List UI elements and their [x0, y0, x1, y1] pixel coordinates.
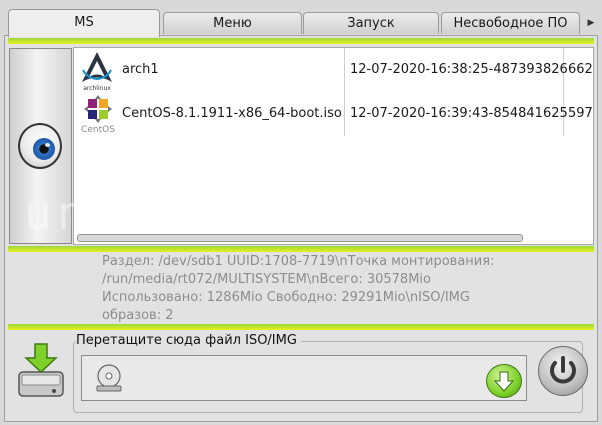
tab-launch-label: Запуск: [347, 16, 395, 31]
list-item[interactable]: CentOS CentOS-8.1.1911-x86_64-boot.iso 1…: [74, 92, 593, 136]
centos-logo-icon: CentOS: [81, 95, 115, 134]
iso-date: 12-07-2020-16:38:25-487393826: [350, 62, 568, 77]
iso-name: arch1: [122, 62, 159, 77]
middle-divider-stripe: [8, 246, 594, 252]
partition-info: Раздел: /dev/sdb1 UUID:1708-7719\nТочка …: [102, 254, 495, 323]
tab-menu[interactable]: Меню: [163, 12, 302, 34]
archlinux-logo-icon: archlinux: [75, 48, 119, 92]
drop-label: Перетащите сюда файл ISO/IMG: [76, 333, 301, 348]
tab-nonfree[interactable]: Несвободное ПО: [441, 12, 580, 34]
tab-launch[interactable]: Запуск: [303, 12, 439, 34]
iso-extra: 662: [568, 62, 593, 77]
tab-scroll-right-icon[interactable]: ▶: [582, 12, 600, 34]
install-to-disk-icon[interactable]: [16, 342, 66, 400]
tab-ms[interactable]: MS: [8, 9, 160, 37]
power-icon: [550, 356, 576, 384]
tab-menu-label: Меню: [213, 16, 252, 31]
iso-extra: 597: [568, 106, 593, 121]
iso-drop-zone[interactable]: [81, 355, 527, 401]
iso-drop-group: Перетащите сюда файл ISO/IMG: [73, 333, 583, 413]
archlinux-logo-text: archlinux: [83, 85, 111, 92]
tab-bar: MS Меню Запуск Несвободное ПО ▶: [0, 0, 602, 37]
tab-ms-label: MS: [74, 15, 94, 30]
bottom-divider-stripe: [8, 324, 594, 330]
centos-logo-text: CentOS: [81, 125, 115, 134]
view-iso-button[interactable]: [9, 48, 72, 244]
horizontal-scrollbar[interactable]: [77, 234, 523, 242]
iso-list[interactable]: archlinux arch1 12-07-2020-16:38:25-4873…: [73, 47, 594, 245]
add-iso-button[interactable]: [486, 364, 522, 398]
power-button[interactable]: [538, 346, 588, 396]
eye-icon: [18, 123, 62, 169]
iso-name: CentOS-8.1.1911-x86_64-boot.iso: [122, 106, 342, 121]
cd-drive-icon: [96, 364, 122, 392]
top-divider-stripe: [8, 38, 594, 44]
arrow-down-icon: [493, 371, 515, 392]
iso-date: 12-07-2020-16:39:43-854841625: [350, 106, 568, 121]
list-item[interactable]: archlinux arch1 12-07-2020-16:38:25-4873…: [74, 48, 593, 92]
tab-nonfree-label: Несвободное ПО: [453, 16, 568, 31]
